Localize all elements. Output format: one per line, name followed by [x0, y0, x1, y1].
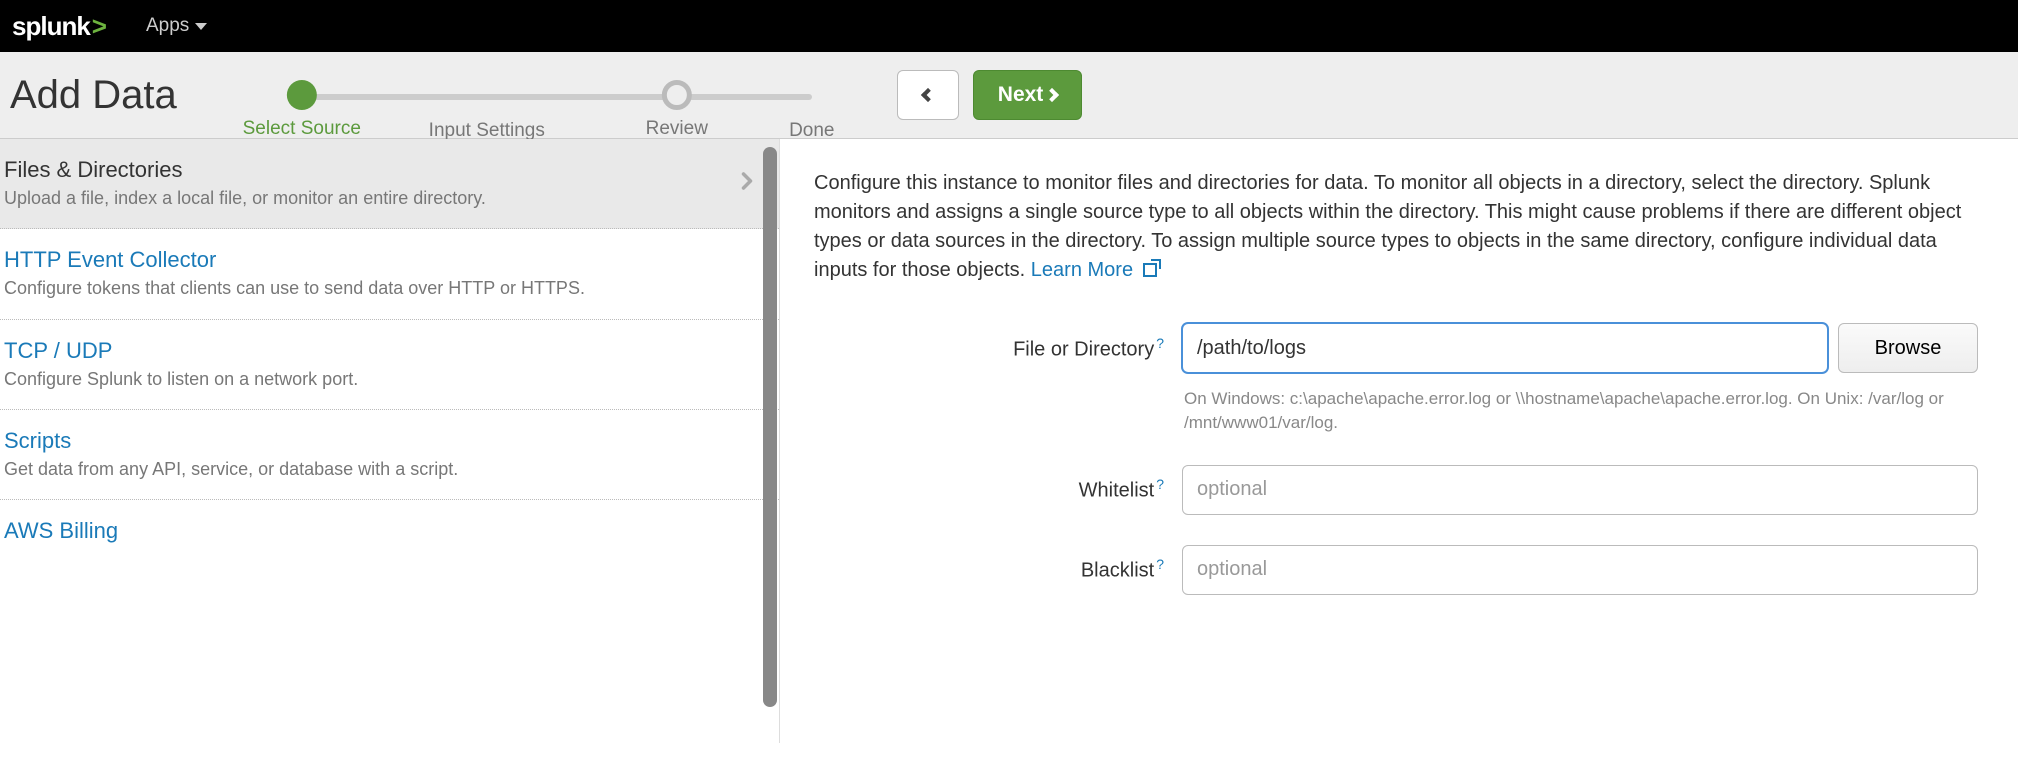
step-dot-icon — [287, 80, 317, 110]
config-intro: Configure this instance to monitor files… — [814, 169, 1978, 285]
source-desc: Get data from any API, service, or datab… — [4, 457, 761, 481]
file-or-directory-row: File or Directory? Browse — [814, 323, 1978, 373]
label-text: File or Directory — [1013, 338, 1154, 360]
source-title: TCP / UDP — [4, 338, 761, 364]
source-files-directories[interactable]: Files & Directories Upload a file, index… — [0, 139, 779, 229]
source-tcp-udp[interactable]: TCP / UDP Configure Splunk to listen on … — [0, 320, 779, 410]
file-or-directory-label: File or Directory? — [814, 335, 1164, 362]
main: Files & Directories Upload a file, index… — [0, 139, 2018, 743]
blacklist-row: Blacklist? — [814, 545, 1978, 595]
wizard-step-review[interactable]: Review — [646, 80, 708, 140]
source-list: Files & Directories Upload a file, index… — [0, 139, 780, 743]
config-panel: Configure this instance to monitor files… — [780, 139, 2018, 743]
chevron-down-icon — [195, 23, 207, 30]
whitelist-label: Whitelist? — [814, 476, 1164, 503]
browse-button[interactable]: Browse — [1838, 323, 1978, 373]
blacklist-input[interactable] — [1182, 545, 1978, 595]
label-text: Blacklist — [1081, 560, 1154, 582]
learn-more-link[interactable]: Learn More — [1031, 259, 1157, 281]
intro-text: Configure this instance to monitor files… — [814, 172, 1961, 281]
wizard-step-done[interactable]: Done — [789, 80, 834, 142]
source-title: Files & Directories — [4, 157, 536, 183]
chevron-right-icon — [733, 167, 761, 200]
external-link-icon — [1143, 263, 1157, 277]
step-dot-icon — [662, 80, 692, 110]
logo-text: splunk — [12, 11, 90, 42]
whitelist-row: Whitelist? — [814, 465, 1978, 515]
logo-chevron-icon: > — [92, 11, 106, 42]
step-label: Select Source — [243, 118, 361, 140]
help-icon[interactable]: ? — [1156, 556, 1164, 572]
source-title: HTTP Event Collector — [4, 247, 761, 273]
wizard-step-select-source[interactable]: Select Source — [243, 80, 361, 140]
step-label: Review — [646, 118, 708, 140]
source-scripts[interactable]: Scripts Get data from any API, service, … — [0, 410, 779, 500]
source-aws-billing[interactable]: AWS Billing — [0, 500, 779, 565]
source-desc: Upload a file, index a local file, or mo… — [4, 186, 536, 210]
apps-menu[interactable]: Apps — [146, 15, 207, 37]
wizard-step-input-settings[interactable]: Input Settings — [429, 80, 545, 142]
chevron-left-icon — [921, 88, 935, 102]
chevron-right-icon — [1045, 88, 1059, 102]
help-icon[interactable]: ? — [1156, 335, 1164, 351]
file-or-directory-input[interactable] — [1182, 323, 1828, 373]
scrollbar-thumb[interactable] — [763, 147, 777, 707]
label-text: Whitelist — [1079, 480, 1155, 502]
source-title: Scripts — [4, 428, 761, 454]
source-desc: Configure tokens that clients can use to… — [4, 276, 761, 300]
back-button[interactable] — [897, 70, 959, 120]
help-icon[interactable]: ? — [1156, 476, 1164, 492]
file-hint: On Windows: c:\apache\apache.error.log o… — [1184, 387, 1978, 435]
top-bar: splunk> Apps — [0, 0, 2018, 52]
next-button-label: Next — [998, 83, 1044, 107]
apps-menu-label: Apps — [146, 15, 189, 37]
logo: splunk> — [12, 11, 106, 42]
wizard-buttons: Next — [897, 70, 1083, 120]
scrollbar[interactable] — [763, 143, 779, 743]
source-title: AWS Billing — [4, 518, 761, 544]
learn-more-label: Learn More — [1031, 259, 1133, 281]
source-http-event-collector[interactable]: HTTP Event Collector Configure tokens th… — [0, 229, 779, 319]
header: Add Data Select Source Input Settings Re… — [0, 52, 2018, 139]
next-button[interactable]: Next — [973, 70, 1083, 120]
wizard-stepper: Select Source Input Settings Review Done — [237, 80, 837, 116]
page-title: Add Data — [10, 73, 177, 118]
whitelist-input[interactable] — [1182, 465, 1978, 515]
source-desc: Configure Splunk to listen on a network … — [4, 367, 761, 391]
blacklist-label: Blacklist? — [814, 556, 1164, 583]
